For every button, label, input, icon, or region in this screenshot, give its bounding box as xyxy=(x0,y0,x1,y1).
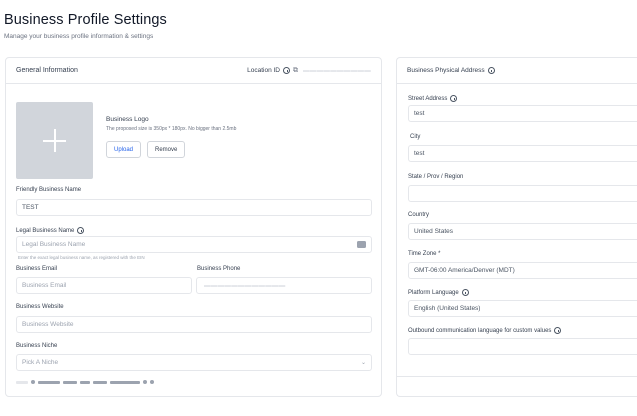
upload-button[interactable]: Upload xyxy=(106,141,142,158)
outbound-language-label-row: Outbound communication language for cust… xyxy=(408,327,562,334)
phone-input[interactable]: ▬▬▬▬▬▬▬▬▬▬▬▬ xyxy=(196,277,372,294)
website-input[interactable]: Business Website xyxy=(16,316,372,333)
general-information-title: General Information xyxy=(16,67,78,74)
legal-name-input[interactable]: Legal Business Name xyxy=(16,236,372,253)
page-subtitle: Manage your business profile information… xyxy=(4,33,154,40)
logo-hint: The proposed size is 350px * 180px. No b… xyxy=(106,126,237,132)
city-label: City xyxy=(410,134,421,140)
page-title: Business Profile Settings xyxy=(4,12,167,28)
state-label: State / Prov / Region xyxy=(408,174,464,180)
city-input[interactable]: test xyxy=(408,145,637,162)
general-information-card: General Information Location ID ⧉ ▬▬▬▬▬▬… xyxy=(5,57,382,397)
street-input[interactable]: test xyxy=(408,105,637,122)
street-label: Street Address xyxy=(408,95,448,102)
country-select[interactable]: United States xyxy=(408,223,637,240)
business-address-title: Business Physical Address xyxy=(407,67,485,74)
legal-name-label-row: Legal Business Name xyxy=(16,227,85,234)
niche-select[interactable]: Pick A Niche ⌄ xyxy=(16,354,372,371)
street-label-row: Street Address xyxy=(408,95,458,102)
info-icon[interactable] xyxy=(554,327,562,334)
email-label: Business Email xyxy=(16,266,58,272)
business-address-title-row: Business Physical Address xyxy=(407,67,495,74)
logo-placeholder[interactable] xyxy=(16,102,93,179)
chevron-down-icon: ⌄ xyxy=(360,360,366,366)
info-icon[interactable] xyxy=(461,289,469,296)
info-icon[interactable] xyxy=(283,67,290,74)
platform-language-label: Platform Language xyxy=(408,289,459,296)
info-icon[interactable] xyxy=(487,67,495,74)
timezone-select[interactable]: GMT-06:00 America/Denver (MDT) xyxy=(408,262,637,279)
remove-button[interactable]: Remove xyxy=(147,141,186,158)
business-address-card: Business Physical Address Street Address… xyxy=(396,57,637,397)
business-address-header: Business Physical Address xyxy=(397,58,637,84)
logo-label: Business Logo xyxy=(106,116,149,123)
info-icon[interactable] xyxy=(77,227,85,234)
location-id-value-redacted: ▬▬▬▬▬▬▬▬▬▬ xyxy=(303,67,371,74)
legal-name-label: Legal Business Name xyxy=(16,227,75,234)
legal-name-placeholder: Legal Business Name xyxy=(22,241,86,248)
location-id-label: Location ID xyxy=(247,67,280,74)
keyboard-icon[interactable] xyxy=(357,241,366,248)
niche-label: Business Niche xyxy=(16,343,58,349)
copy-icon[interactable]: ⧉ xyxy=(293,67,298,75)
plus-icon-vertical xyxy=(53,129,56,152)
website-label: Business Website xyxy=(16,304,64,310)
platform-language-label-row: Platform Language xyxy=(408,289,469,296)
phone-label: Business Phone xyxy=(197,266,241,272)
platform-language-select[interactable]: English (United States) xyxy=(408,300,637,317)
timezone-label: Time Zone * xyxy=(408,251,441,257)
niche-placeholder: Pick A Niche xyxy=(22,359,59,366)
page-header: Business Profile Settings Manage your bu… xyxy=(4,12,167,40)
friendly-name-label: Friendly Business Name xyxy=(16,187,82,193)
cut-off-row xyxy=(16,380,154,384)
logo-meta: Business Logo The proposed size is 350px… xyxy=(106,116,236,158)
country-label: Country xyxy=(408,212,430,218)
friendly-name-input[interactable]: TEST xyxy=(16,199,372,216)
state-input[interactable] xyxy=(408,185,637,202)
outbound-language-select[interactable] xyxy=(408,338,637,355)
divider xyxy=(397,376,637,377)
general-information-header: General Information Location ID ⧉ ▬▬▬▬▬▬… xyxy=(6,58,381,84)
info-icon[interactable] xyxy=(450,95,458,102)
phone-value-redacted: ▬▬▬▬▬▬▬▬▬▬▬▬ xyxy=(204,282,286,289)
email-input[interactable]: Business Email xyxy=(16,277,192,294)
outbound-language-label: Outbound communication language for cust… xyxy=(408,327,552,334)
location-id: Location ID ⧉ ▬▬▬▬▬▬▬▬▬▬ xyxy=(247,67,371,75)
legal-name-hint: Enter the exact legal business name, as … xyxy=(18,255,145,260)
